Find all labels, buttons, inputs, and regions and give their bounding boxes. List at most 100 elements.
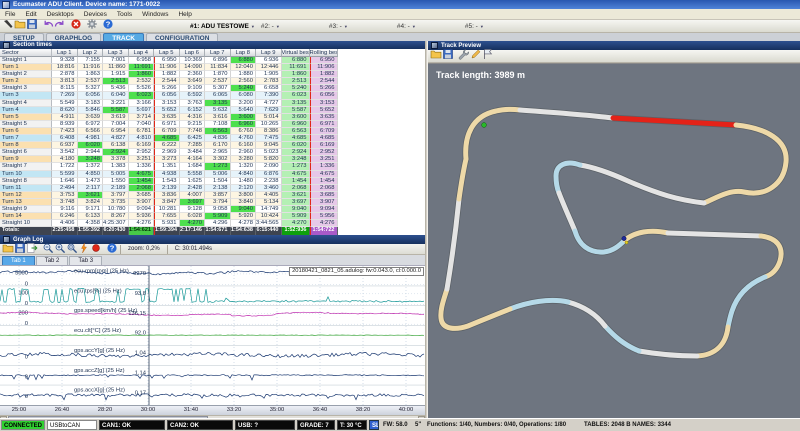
lap-cell[interactable]: 5:005 <box>103 171 129 178</box>
lap-cell[interactable]: 7:155 <box>78 57 104 64</box>
lap-cell[interactable]: 1:351 <box>154 163 180 170</box>
virtual-best-cell[interactable]: 1:454 <box>282 178 310 185</box>
sector-cell[interactable]: Straight 3 <box>0 85 52 92</box>
lap-cell[interactable]: 10:780 <box>103 206 129 213</box>
rolling-best-cell[interactable]: 5:266 <box>310 85 338 92</box>
lap-cell[interactable]: 2:878 <box>52 71 78 78</box>
virtual-best-cell[interactable]: 3:600 <box>282 114 310 121</box>
virtual-best-cell[interactable]: 1:273 <box>282 163 310 170</box>
lap-cell[interactable]: 11:834 <box>205 64 231 71</box>
lap-cell[interactable]: 6:080 <box>231 92 257 99</box>
flash-icon[interactable] <box>78 242 90 254</box>
sector-cell[interactable]: Turn 9 <box>0 156 52 163</box>
lap-cell[interactable]: 3:763 <box>180 100 206 107</box>
flag-icon[interactable] <box>482 48 494 60</box>
lap-cell[interactable]: 5:599 <box>52 171 78 178</box>
lap-cell[interactable]: 6:563 <box>205 128 231 135</box>
lap-cell[interactable]: 6:425 <box>180 135 206 142</box>
lap-cell[interactable]: 2:360 <box>180 71 206 78</box>
lap-cell[interactable]: 1:915 <box>103 71 129 78</box>
lap-cell[interactable]: 2:428 <box>180 185 206 192</box>
lap-cell[interactable]: 1:882 <box>154 71 180 78</box>
graph-area[interactable]: 50000ecu.rpm[rpm] (25 Hz)62701000ecu.tps… <box>0 266 425 405</box>
lap-cell[interactable]: 4:180 <box>52 156 78 163</box>
lap-cell[interactable]: 7:423 <box>52 128 78 135</box>
lap-cell[interactable]: 5:909 <box>205 213 231 220</box>
lap-cell[interactable]: 4:727 <box>256 100 282 107</box>
lap-cell[interactable]: 5:820 <box>256 156 282 163</box>
sector-cell[interactable]: Turn 7 <box>0 135 52 142</box>
sector-cell[interactable]: Straight 2 <box>0 71 52 78</box>
lap-cell[interactable]: 4:810 <box>129 135 155 142</box>
rolling-best-cell[interactable]: 6:971 <box>310 121 338 128</box>
lap-cell[interactable]: 2:090 <box>256 163 282 170</box>
chevron-down-icon[interactable]: ▼ <box>276 24 280 29</box>
rolling-best-cell[interactable]: 9:094 <box>310 206 338 213</box>
lap-cell[interactable]: 3:797 <box>103 192 129 199</box>
rolling-best-cell[interactable]: 3:251 <box>310 156 338 163</box>
lap-cell[interactable]: 10:265 <box>256 121 282 128</box>
lap-cell[interactable]: 1:905 <box>256 71 282 78</box>
lap-cell[interactable]: 2:117 <box>78 185 104 192</box>
lap-cell[interactable]: 7:475 <box>256 135 282 142</box>
lap-cell[interactable]: 6:876 <box>256 171 282 178</box>
lap-cell[interactable]: 1:684 <box>180 163 206 170</box>
lap-cell[interactable]: 3:824 <box>78 199 104 206</box>
rolling-best-cell[interactable]: 1:336 <box>310 163 338 170</box>
virtual-best-cell[interactable]: 6:563 <box>282 128 310 135</box>
lap-cell[interactable]: 1:454 <box>129 178 155 185</box>
device-tab-3[interactable]: #3: -▼ <box>329 23 397 30</box>
lap-cell[interactable]: 6:170 <box>205 142 231 149</box>
sector-cell[interactable]: Straight 1 <box>0 57 52 64</box>
lap-cell[interactable]: 3:153 <box>154 100 180 107</box>
lap-cell[interactable]: 5:652 <box>154 107 180 114</box>
lap-cell[interactable]: 7:748 <box>180 128 206 135</box>
virtual-best-cell[interactable]: 6:960 <box>282 121 310 128</box>
lap-cell[interactable]: 9:058 <box>205 206 231 213</box>
export-icon[interactable] <box>26 242 38 254</box>
lap-cell[interactable]: 3:748 <box>52 199 78 206</box>
virtual-best-cell[interactable]: 4:270 <box>282 220 310 227</box>
lap-cell[interactable]: 4:760 <box>231 135 257 142</box>
lap-cell[interactable]: 6:592 <box>180 92 206 99</box>
lap-cell[interactable]: 2:537 <box>78 78 104 85</box>
menu-help[interactable]: Help <box>173 11 196 18</box>
lap-cell[interactable]: 5:920 <box>231 213 257 220</box>
lap-cell[interactable]: 7:040 <box>129 121 155 128</box>
lap-cell[interactable]: 8:267 <box>103 213 129 220</box>
folder-icon[interactable] <box>14 18 26 30</box>
lap-cell[interactable]: 5:558 <box>180 171 206 178</box>
lap-cell[interactable]: 3:800 <box>231 192 257 199</box>
virtual-best-cell[interactable]: 4:675 <box>282 171 310 178</box>
lap-cell[interactable]: 4:358 <box>78 220 104 227</box>
lap-cell[interactable]: 6:065 <box>205 92 231 99</box>
lap-cell[interactable]: 3:280 <box>231 156 257 163</box>
zoom-out-icon[interactable] <box>42 242 54 254</box>
lap-cell[interactable]: 5:697 <box>129 107 155 114</box>
lap-cell[interactable]: 4:278 <box>231 220 257 227</box>
virtual-best-cell[interactable]: 11:691 <box>282 64 310 71</box>
zoom-fit-icon[interactable] <box>66 242 78 254</box>
rolling-best-cell[interactable]: 3:635 <box>310 114 338 121</box>
lap-cell[interactable]: 3:649 <box>180 78 206 85</box>
lap-cell[interactable]: 6:246 <box>52 213 78 220</box>
lap-cell[interactable]: 6:408 <box>52 135 78 142</box>
virtual-best-cell[interactable]: 3:248 <box>282 156 310 163</box>
track-area[interactable]: Track length: 3989 m <box>428 63 800 419</box>
lap-cell[interactable]: 3:221 <box>103 100 129 107</box>
rolling-best-cell[interactable]: 1:882 <box>310 71 338 78</box>
lap-cell[interactable]: 6:133 <box>78 213 104 220</box>
lap-cell[interactable]: 8:386 <box>256 128 282 135</box>
lap-cell[interactable]: 4:938 <box>154 171 180 178</box>
tool-icon[interactable] <box>2 18 14 30</box>
lap-cell[interactable]: 2:544 <box>154 78 180 85</box>
lap-cell[interactable]: 3:753 <box>52 192 78 199</box>
lap-cell[interactable]: 4:405 <box>256 192 282 199</box>
lap-cell[interactable]: 6:169 <box>129 142 155 149</box>
lap-cell[interactable]: 3:836 <box>154 192 180 199</box>
virtual-best-cell[interactable]: 6:023 <box>282 92 310 99</box>
lap-cell[interactable]: 7:655 <box>154 213 180 220</box>
menu-windows[interactable]: Windows <box>137 11 173 18</box>
lap-cell[interactable]: 6:056 <box>78 92 104 99</box>
lap-cell[interactable]: 3:484 <box>180 149 206 156</box>
